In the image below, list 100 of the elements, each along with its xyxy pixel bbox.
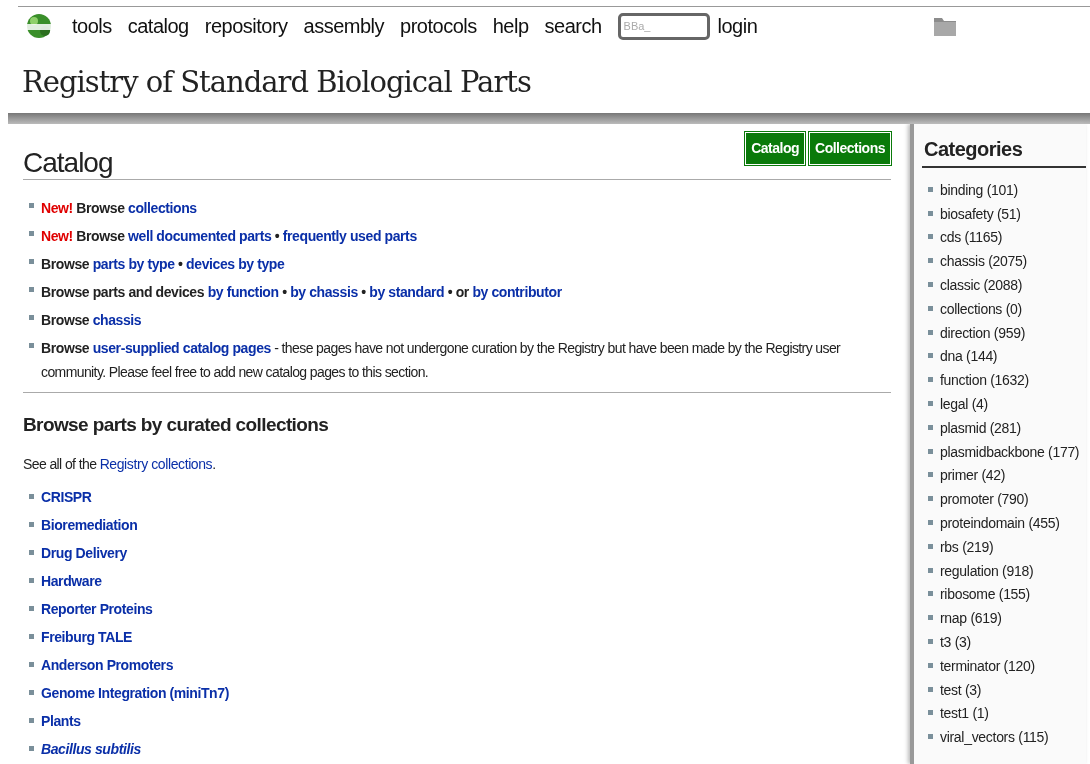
collection-link[interactable]: CRISPR — [41, 489, 92, 505]
link[interactable]: chassis — [92, 312, 142, 329]
link[interactable]: by chassis — [290, 284, 358, 301]
category-link[interactable]: regulation (918) — [940, 562, 1034, 579]
bullet-icon — [928, 305, 933, 311]
collection-link[interactable]: Drug Delivery — [41, 545, 127, 561]
catalog-item: Browse parts by type • devices by type — [23, 252, 891, 277]
collection-link[interactable]: Bioremediation — [41, 517, 138, 533]
category-link[interactable]: dna (144) — [940, 348, 998, 365]
bullet-icon — [928, 401, 933, 407]
catalog-item: Browse chassis — [23, 308, 891, 333]
bullet-icon — [928, 543, 933, 549]
nav-link[interactable]: tools — [72, 11, 112, 41]
bullet-icon — [928, 353, 933, 359]
link[interactable]: user-supplied catalog pages — [92, 340, 271, 357]
nav-link[interactable]: repository — [204, 11, 288, 41]
category-link[interactable]: primer (42) — [940, 467, 1006, 484]
bullet-icon — [29, 494, 34, 499]
bullet-icon — [928, 234, 933, 240]
category-link[interactable]: binding (101) — [940, 181, 1018, 198]
bullet-icon — [928, 282, 933, 288]
link[interactable]: well documented parts — [128, 228, 272, 245]
bullet-icon — [928, 186, 933, 192]
bullet-icon — [29, 690, 34, 695]
category-link[interactable]: proteindomain (455) — [940, 515, 1060, 532]
link[interactable]: devices by type — [186, 256, 285, 273]
link[interactable]: collections — [128, 200, 197, 217]
collection-link[interactable]: Reporter Proteins — [41, 601, 153, 617]
bullet-icon — [29, 718, 34, 723]
link[interactable]: by standard — [369, 284, 445, 301]
bullet-icon — [928, 424, 933, 430]
bullet-icon — [928, 329, 933, 335]
catalog-item: New! Browse well documented parts • frequently used parts — [23, 224, 891, 249]
category-link[interactable]: ribosome (155) — [940, 586, 1030, 603]
bullet-icon — [928, 615, 933, 621]
nav-link[interactable]: help — [492, 11, 529, 41]
category-link[interactable]: chassis (2075) — [940, 253, 1027, 270]
bullet-icon — [928, 520, 933, 526]
collection-link[interactable]: Hardware — [41, 573, 102, 589]
category-link[interactable]: viral_vectors (115) — [940, 729, 1049, 746]
category-link[interactable]: direction (959) — [940, 324, 1025, 341]
intro-text: See all of the Registry collections. — [23, 455, 217, 474]
collection-link[interactable]: Bacillus subtilis — [41, 741, 141, 757]
category-link[interactable]: test1 (1) — [940, 705, 989, 722]
catalog-item: Browse user-supplied catalog pages - these pages have not undergone curation by the Registry but have been made by the Registry user community. Please feel free to add new catalog pages to this section. — [23, 336, 891, 385]
bullet-icon — [928, 686, 933, 692]
search-field[interactable]: BBa_ — [617, 12, 710, 40]
category-link[interactable]: test (3) — [940, 681, 982, 698]
bullet-icon — [29, 343, 34, 349]
bullet-icon — [29, 287, 34, 293]
folder-icon[interactable] — [933, 15, 958, 37]
bullet-icon — [29, 662, 34, 667]
bullet-icon — [29, 606, 34, 611]
login-link[interactable]: login — [717, 11, 758, 41]
collection-link[interactable]: Plants — [41, 713, 81, 729]
link[interactable]: frequently used parts — [282, 228, 417, 245]
link[interactable]: by function — [207, 284, 279, 301]
category-link[interactable]: plasmidbackbone (177) — [940, 443, 1080, 460]
bullet-icon — [928, 662, 933, 668]
bullet-icon — [29, 550, 34, 555]
collection-link[interactable]: Genome Integration (miniTn7) — [41, 685, 229, 701]
bullet-icon — [928, 639, 933, 645]
nav-link[interactable]: protocols — [400, 11, 477, 41]
category-link[interactable]: rbs (219) — [940, 538, 994, 555]
bullet-icon — [29, 315, 34, 321]
site-title: Registry of Standard Biological Parts — [22, 67, 532, 99]
nav-link[interactable]: assembly — [303, 11, 385, 41]
link[interactable]: by contributor — [472, 284, 562, 301]
link[interactable]: parts by type — [92, 256, 175, 273]
category-link[interactable]: cds (1165) — [940, 229, 1003, 246]
catalog-item: Browse parts and devices by function • by chassis • by standard • or by contributor — [23, 280, 891, 305]
category-link[interactable]: terminator (120) — [940, 657, 1035, 674]
category-link[interactable]: t3 (3) — [940, 634, 971, 651]
section-heading: Browse parts by curated collections — [23, 413, 330, 438]
bullet-icon — [928, 448, 933, 454]
tab-button[interactable]: Collections — [809, 131, 891, 165]
bullet-icon — [928, 377, 933, 383]
category-link[interactable]: biosafety (51) — [940, 205, 1021, 222]
bullet-icon — [928, 496, 933, 502]
collection-link[interactable]: Anderson Promoters — [41, 657, 174, 673]
bullet-icon — [928, 258, 933, 264]
category-link[interactable]: rnap (619) — [940, 610, 1002, 627]
page-title: Catalog — [23, 145, 113, 180]
category-link[interactable]: classic (2088) — [940, 277, 1023, 294]
nav-link[interactable]: search — [544, 11, 602, 41]
nav-link[interactable]: catalog — [127, 11, 189, 41]
category-link[interactable]: promoter (790) — [940, 491, 1029, 508]
category-link[interactable]: collections (0) — [940, 300, 1022, 317]
category-link[interactable]: legal (4) — [940, 396, 988, 413]
bullet-icon — [29, 634, 34, 639]
category-link[interactable]: function (1632) — [940, 372, 1029, 389]
collection-link[interactable]: Freiburg TALE — [41, 629, 132, 645]
bullet-icon — [29, 203, 34, 209]
bullet-icon — [29, 259, 34, 265]
bullet-icon — [29, 231, 34, 237]
bullet-icon — [928, 710, 933, 716]
category-link[interactable]: plasmid (281) — [940, 419, 1021, 436]
bullet-icon — [928, 591, 933, 597]
tab-button[interactable]: Catalog — [745, 131, 806, 165]
bullet-icon — [29, 746, 34, 751]
